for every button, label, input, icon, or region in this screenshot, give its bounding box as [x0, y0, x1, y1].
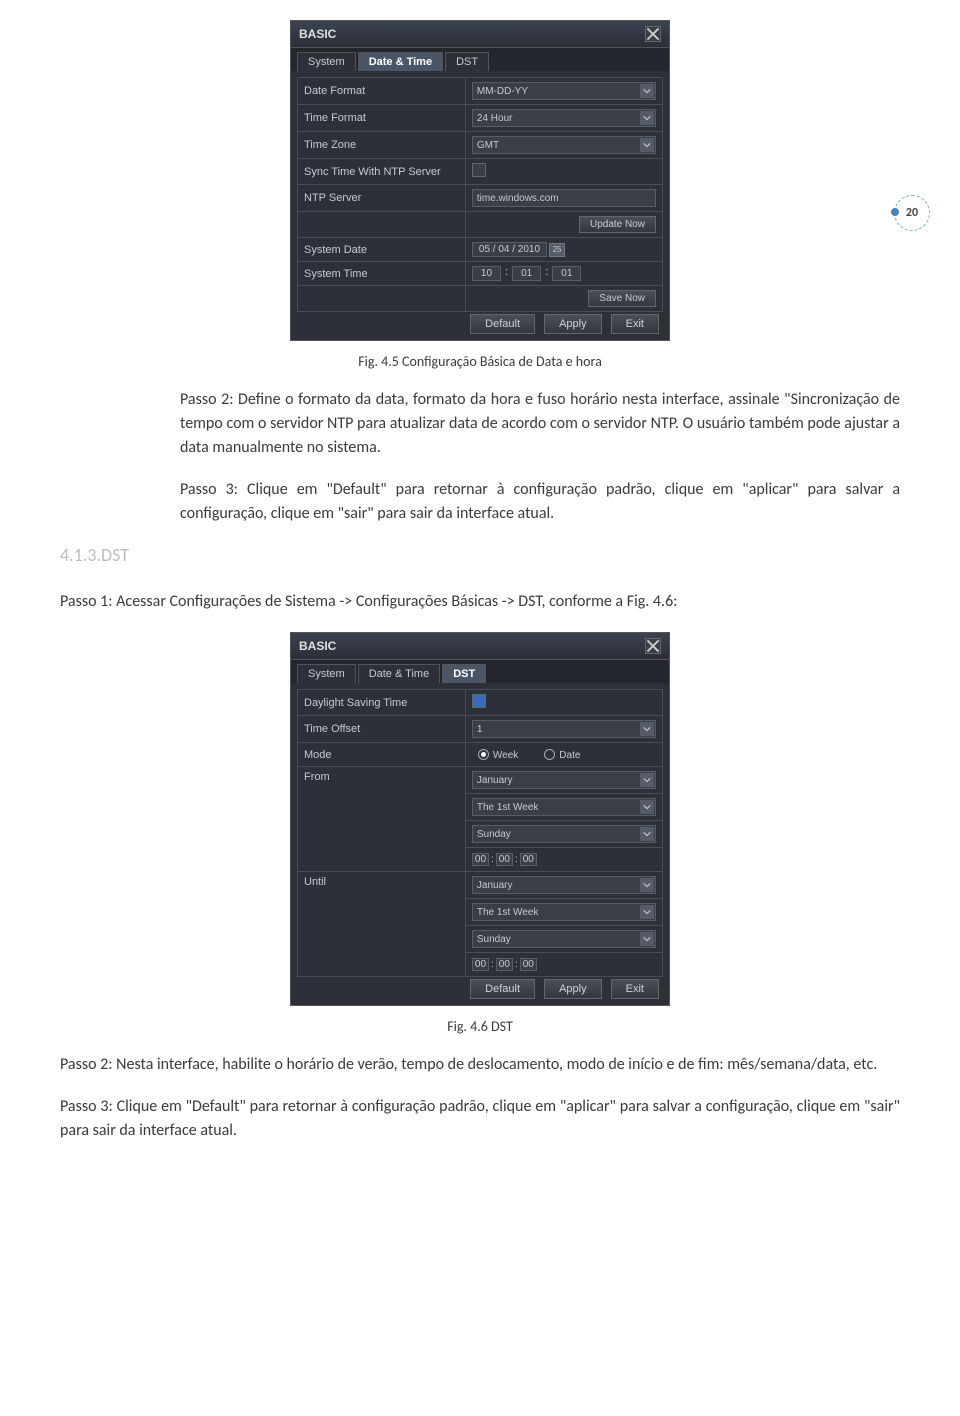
- date-format-label: Date Format: [298, 78, 466, 105]
- time-zone-select[interactable]: GMT: [472, 136, 656, 154]
- system-time-min: 01: [512, 266, 541, 281]
- dialog-titlebar: BASIC: [291, 633, 669, 660]
- chevron-down-icon: [640, 138, 654, 152]
- time-offset-label: Time Offset: [298, 716, 466, 743]
- time-zone-label: Time Zone: [298, 132, 466, 159]
- update-now-button[interactable]: Update Now: [579, 216, 656, 233]
- tabs-row: System Date & Time DST: [291, 660, 669, 683]
- time-format-select[interactable]: 24 Hour: [472, 109, 656, 127]
- dialog-button-row: Default Apply Exit: [297, 312, 663, 334]
- chevron-down-icon: [640, 827, 654, 841]
- chevron-down-icon: [640, 84, 654, 98]
- chevron-down-icon: [640, 800, 654, 814]
- basic-dialog-datetime: BASIC System Date & Time DST Date Format…: [290, 20, 670, 341]
- paragraph-passo3: Passo 3: Clique em "Default" para retorn…: [180, 478, 900, 526]
- paragraph-passo2-dst: Passo 2: Nesta interface, habilite o hor…: [60, 1053, 900, 1077]
- chevron-down-icon: [640, 878, 654, 892]
- default-button[interactable]: Default: [470, 314, 535, 334]
- sync-ntp-checkbox[interactable]: [472, 163, 486, 177]
- from-week-select[interactable]: The 1st Week: [472, 798, 656, 816]
- system-time-sec: 01: [552, 266, 581, 281]
- calendar-icon[interactable]: 25: [549, 243, 565, 257]
- system-time-hour: 10: [472, 266, 501, 281]
- from-time-input[interactable]: 00: 00: 00: [472, 853, 656, 866]
- page-number-badge: 20: [894, 195, 930, 231]
- until-month-select[interactable]: January: [472, 876, 656, 894]
- apply-button[interactable]: Apply: [544, 314, 602, 334]
- chevron-down-icon: [640, 773, 654, 787]
- mode-week-label: Week: [493, 750, 518, 761]
- exit-button[interactable]: Exit: [611, 314, 659, 334]
- dialog-titlebar: BASIC: [291, 21, 669, 48]
- from-day-select[interactable]: Sunday: [472, 825, 656, 843]
- default-button[interactable]: Default: [470, 979, 535, 999]
- chevron-down-icon: [640, 932, 654, 946]
- tab-dst[interactable]: DST: [445, 52, 489, 71]
- system-time-input[interactable]: 10 : 01 : 01: [472, 266, 656, 281]
- tabs-row: System Date & Time DST: [291, 48, 669, 71]
- dialog-title: BASIC: [299, 639, 336, 653]
- page-number: 20: [906, 206, 918, 220]
- mode-date-radio[interactable]: Date: [544, 749, 580, 761]
- figure-caption-45: Fig. 4.5 Configuração Básica de Data e h…: [60, 353, 900, 370]
- until-label: Until: [298, 872, 466, 977]
- ntp-server-value: time.windows.com: [477, 193, 559, 204]
- section-heading-dst: 4.1.3.DST: [60, 544, 900, 566]
- system-time-label: System Time: [298, 262, 466, 286]
- chevron-down-icon: [640, 905, 654, 919]
- paragraph-passo1-dst: Passo 1: Acessar Configurações de Sistem…: [60, 590, 900, 614]
- paragraph-passo2: Passo 2: Define o formato da data, forma…: [180, 388, 900, 460]
- apply-button[interactable]: Apply: [544, 979, 602, 999]
- close-icon[interactable]: [645, 26, 661, 42]
- system-date-picker[interactable]: 05 / 04 / 2010 25: [472, 242, 656, 257]
- date-format-select[interactable]: MM-DD-YY: [472, 82, 656, 100]
- time-format-label: Time Format: [298, 105, 466, 132]
- chevron-down-icon: [640, 722, 654, 736]
- time-offset-select[interactable]: 1: [472, 720, 656, 738]
- until-time-input[interactable]: 00: 00: 00: [472, 958, 656, 971]
- exit-button[interactable]: Exit: [611, 979, 659, 999]
- mode-date-label: Date: [559, 750, 580, 761]
- paragraph-passo3-dst: Passo 3: Clique em "Default" para retorn…: [60, 1095, 900, 1143]
- tab-date-time[interactable]: Date & Time: [358, 52, 443, 71]
- sync-ntp-label: Sync Time With NTP Server: [298, 159, 466, 185]
- mode-label: Mode: [298, 743, 466, 767]
- close-icon[interactable]: [645, 638, 661, 654]
- save-now-button[interactable]: Save Now: [588, 290, 656, 307]
- chevron-down-icon: [640, 111, 654, 125]
- until-week-select[interactable]: The 1st Week: [472, 903, 656, 921]
- tab-system[interactable]: System: [297, 52, 356, 71]
- tab-date-time[interactable]: Date & Time: [358, 664, 441, 683]
- tab-system[interactable]: System: [297, 664, 356, 683]
- basic-dialog-dst: BASIC System Date & Time DST Daylight Sa…: [290, 632, 670, 1006]
- dst-enable-label: Daylight Saving Time: [298, 690, 466, 716]
- system-date-label: System Date: [298, 238, 466, 262]
- time-zone-value: GMT: [477, 140, 499, 151]
- mode-week-radio[interactable]: Week: [478, 749, 518, 761]
- tab-dst[interactable]: DST: [442, 664, 486, 683]
- ntp-server-input[interactable]: time.windows.com: [472, 189, 656, 207]
- ntp-server-label: NTP Server: [298, 185, 466, 212]
- date-format-value: MM-DD-YY: [477, 86, 528, 97]
- figure-caption-46: Fig. 4.6 DST: [60, 1018, 900, 1035]
- system-date-value: 05 / 04 / 2010: [472, 242, 547, 257]
- until-day-select[interactable]: Sunday: [472, 930, 656, 948]
- dialog-title: BASIC: [299, 27, 336, 41]
- time-offset-value: 1: [477, 724, 483, 735]
- dst-enable-checkbox[interactable]: [472, 694, 486, 708]
- dialog-button-row: Default Apply Exit: [297, 977, 663, 999]
- from-month-select[interactable]: January: [472, 771, 656, 789]
- time-format-value: 24 Hour: [477, 113, 513, 124]
- from-label: From: [298, 767, 466, 872]
